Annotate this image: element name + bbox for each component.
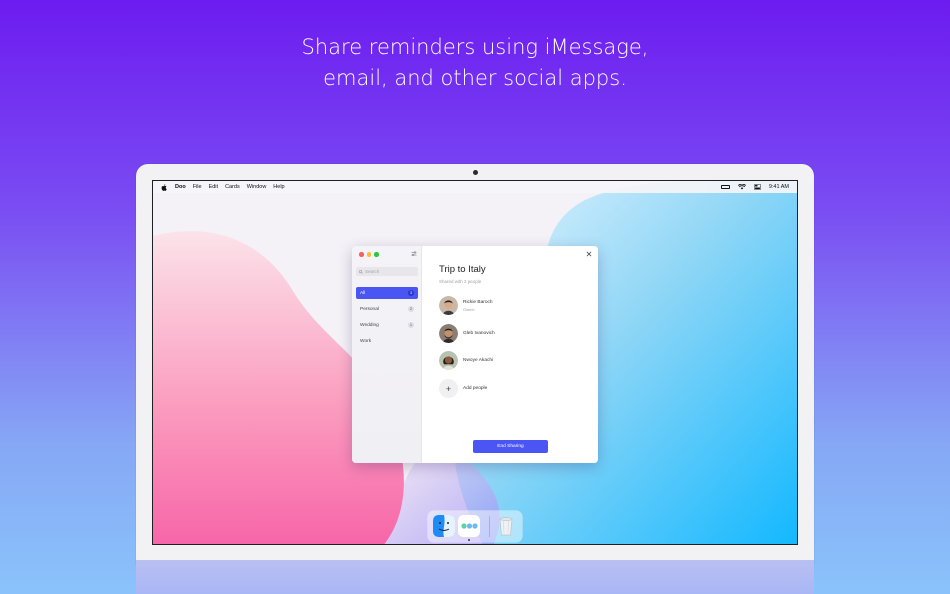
trash-icon[interactable] <box>495 515 517 537</box>
doo-app-icon[interactable] <box>458 515 480 537</box>
traffic-lights <box>359 252 379 257</box>
person-row[interactable]: Nwoye Akachi <box>439 351 493 370</box>
shared-subtitle: Shared with 2 people <box>439 279 482 284</box>
close-window-button[interactable] <box>359 252 364 257</box>
desktop-screen: Doo File Edit Cards Window Help 9:41 AM <box>152 180 798 545</box>
person-row[interactable]: Gleb Ivanovich <box>439 324 495 343</box>
menu-window[interactable]: Window <box>247 184 267 190</box>
sidebar: Search All 3 Personal 2 Wedding 1 Work <box>352 246 422 463</box>
search-icon <box>359 269 363 274</box>
control-center-icon[interactable] <box>753 184 761 190</box>
person-role: Owner <box>463 306 475 312</box>
avatar <box>439 296 458 315</box>
battery-icon[interactable] <box>720 185 730 189</box>
plus-icon: + <box>439 379 458 398</box>
person-name: Gleb Ivanovich <box>463 331 495 336</box>
headline: Share reminders using iMessage, email, a… <box>0 32 950 94</box>
search-placeholder: Search <box>365 269 380 274</box>
sidebar-item-label: Wedding <box>360 322 379 328</box>
sidebar-list: All 3 Personal 2 Wedding 1 Work <box>356 287 418 351</box>
search-input[interactable]: Search <box>356 267 418 276</box>
menu-app-doo[interactable]: Doo <box>175 184 186 190</box>
person-row[interactable]: Rickie Baroch Owner <box>439 296 493 315</box>
sidebar-item-wedding[interactable]: Wedding 1 <box>356 319 418 331</box>
add-people-button[interactable]: + Add people <box>439 379 487 398</box>
sharing-window: Search All 3 Personal 2 Wedding 1 Work T… <box>352 246 598 463</box>
running-indicator <box>468 539 470 541</box>
person-name: Rickie Baroch <box>463 299 493 305</box>
sidebar-item-count: 3 <box>408 290 414 296</box>
sharing-pane: Trip to Italy Shared with 2 people Ricki… <box>422 246 598 463</box>
apple-icon[interactable] <box>161 183 167 191</box>
menu-edit[interactable]: Edit <box>209 184 218 190</box>
menu-file[interactable]: File <box>193 184 202 190</box>
end-sharing-button[interactable]: End Sharing <box>473 440 548 453</box>
sidebar-item-count: 2 <box>408 306 414 312</box>
menu-cards[interactable]: Cards <box>225 184 240 190</box>
person-name: Nwoye Akachi <box>463 358 494 363</box>
camera <box>473 170 478 175</box>
avatar <box>439 351 458 370</box>
headline-line-1: Share reminders using iMessage, <box>301 35 649 59</box>
wifi-icon[interactable] <box>737 184 746 190</box>
sidebar-item-personal[interactable]: Personal 2 <box>356 303 418 315</box>
headline-line-2: email, and other social apps. <box>323 66 627 90</box>
minimize-window-button[interactable] <box>366 252 371 257</box>
sidebar-item-all[interactable]: All 3 <box>356 287 418 299</box>
finder-icon[interactable] <box>433 515 455 537</box>
dock-separator <box>489 516 490 537</box>
menu-bar: Doo File Edit Cards Window Help 9:41 AM <box>153 181 797 193</box>
sidebar-item-work[interactable]: Work <box>356 335 418 347</box>
dock <box>428 511 522 542</box>
avatar <box>439 324 458 343</box>
sidebar-item-label: Work <box>360 338 372 344</box>
laptop-base <box>136 560 814 594</box>
sidebar-item-label: All <box>360 290 366 296</box>
sidebar-item-count: 1 <box>408 322 414 328</box>
filter-icon[interactable] <box>411 251 417 257</box>
add-people-label: Add people <box>463 386 488 391</box>
sidebar-item-label: Personal <box>360 306 379 312</box>
zoom-window-button[interactable] <box>374 252 379 257</box>
list-title: Trip to Italy <box>439 264 486 275</box>
close-icon[interactable] <box>586 251 592 257</box>
menubar-clock: 9:41 AM <box>768 184 789 190</box>
menu-help[interactable]: Help <box>273 184 284 190</box>
